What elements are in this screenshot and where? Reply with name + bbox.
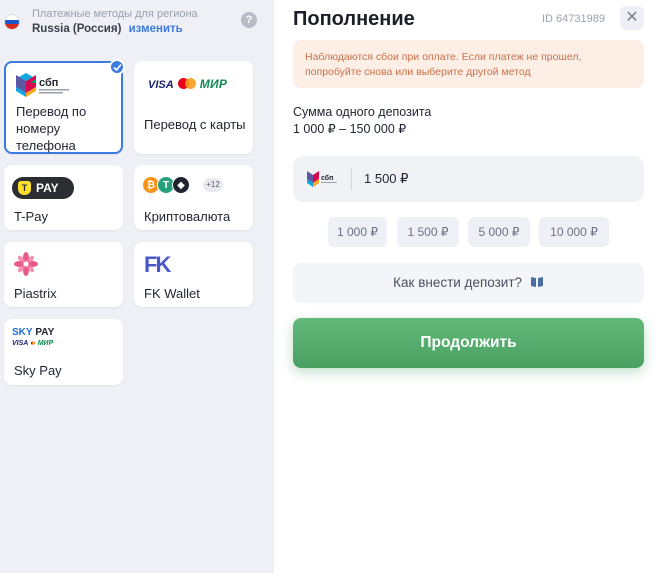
payment-methods-panel: Платежные методы для региона Russia (Рос…	[0, 0, 274, 573]
region-country-line: Russia (Россия) изменить	[32, 23, 183, 35]
tpay-logo-text: PAY	[36, 181, 59, 195]
change-region-link[interactable]: изменить	[129, 23, 183, 35]
quick-amount-button[interactable]: 10 000 ₽	[539, 217, 609, 247]
visa-mastercard-mir-logo-icon: VISA МИР	[148, 75, 227, 93]
russia-flag-icon	[4, 14, 20, 30]
divider	[351, 168, 352, 190]
quick-amount-button[interactable]: 5 000 ₽	[468, 217, 530, 247]
visa-logo-text: VISA	[148, 79, 174, 91]
method-card-tpay[interactable]: T PAY T-Pay	[4, 165, 123, 230]
quick-amount-button[interactable]: 1 500 ₽	[397, 217, 459, 247]
region-country: Russia (Россия)	[32, 23, 122, 35]
deposit-panel: Пополнение ID 64731989 ✕ Наблюдаются сбо…	[274, 0, 660, 573]
method-card-piastrix[interactable]: Piastrix	[4, 242, 123, 307]
amount-value: 1 500 ₽	[364, 171, 409, 186]
sbp-logo-text: сбп	[321, 174, 333, 182]
region-selector: Платежные методы для региона Russia (Рос…	[4, 6, 270, 38]
piastrix-logo-icon	[14, 252, 38, 276]
method-label: Sky Pay	[14, 363, 62, 378]
sbp-logo-text: сбп	[39, 77, 58, 89]
method-label: T-Pay	[14, 209, 48, 224]
tpay-logo-icon: T PAY	[12, 177, 74, 199]
method-label: FK Wallet	[144, 286, 200, 301]
deposit-limit-label: Сумма одного депозита	[293, 105, 432, 119]
method-label: Криптовалюта	[144, 209, 231, 224]
method-label: Перевод с карты	[144, 117, 246, 132]
sbp-logo-icon: сбп	[307, 171, 337, 187]
continue-button[interactable]: Продолжить	[293, 318, 644, 368]
method-label: Перевод по номеру телефона	[16, 104, 87, 153]
more-coins-badge: +12	[203, 178, 223, 192]
method-card-crypto[interactable]: ₿ T ◆ +12 Криптовалюта	[134, 165, 253, 230]
mastercard-icon	[177, 78, 196, 89]
selected-check-icon	[109, 59, 125, 75]
payment-issue-alert: Наблюдаются сбои при оплате. Если платеж…	[293, 40, 644, 88]
help-icon[interactable]: ?	[241, 12, 257, 28]
method-card-sbp[interactable]: сбп Перевод по номеру телефона	[4, 59, 125, 154]
fk-logo-icon: FK	[144, 252, 171, 277]
amount-input[interactable]: сбп 1 500 ₽	[293, 156, 644, 202]
skypay-logo-icon: SKY PAY VISA ●● МИР	[12, 327, 55, 347]
method-card-fk-wallet[interactable]: FK FK Wallet	[134, 242, 253, 307]
close-button[interactable]: ✕	[620, 6, 644, 30]
mir-logo-text: МИР	[199, 77, 228, 91]
quick-amount-button[interactable]: 1 000 ₽	[328, 217, 387, 247]
sbp-logo-icon: сбп	[16, 73, 69, 97]
order-id: ID 64731989	[542, 13, 605, 25]
ethereum-icon: ◆	[172, 176, 190, 194]
method-card-skypay[interactable]: SKY PAY VISA ●● МИР Sky Pay	[4, 319, 123, 385]
method-card-bank-card[interactable]: VISA МИР Перевод с карты	[134, 61, 253, 154]
page-title: Пополнение	[293, 8, 415, 30]
method-label: Piastrix	[14, 286, 57, 301]
deposit-limit-range: 1 000 ₽ – 150 000 ₽	[293, 122, 407, 136]
how-to-deposit-label: Как внести депозит?	[393, 275, 523, 290]
how-to-deposit-button[interactable]: Как внести депозит?	[293, 263, 644, 303]
region-title: Платежные методы для региона	[32, 8, 198, 20]
book-icon	[530, 277, 543, 287]
